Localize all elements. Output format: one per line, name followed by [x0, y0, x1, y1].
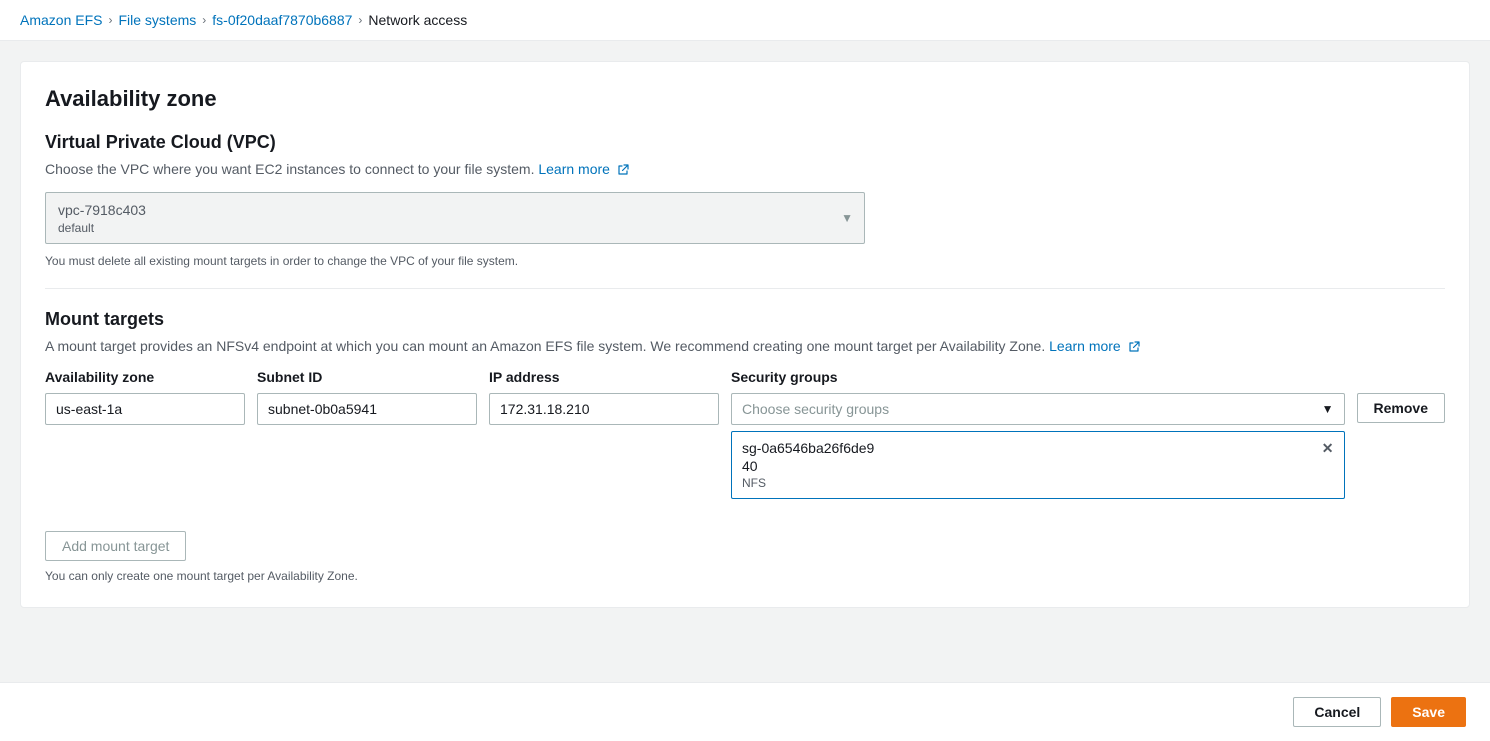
save-button[interactable]: Save [1391, 697, 1466, 727]
table-row: us-east-1a subnet-0b0a5941 172.31.18.210… [45, 393, 1445, 499]
vpc-select-wrapper: vpc-7918c403 default ▼ [45, 192, 865, 244]
sg-dropdown[interactable]: Choose security groups ▼ [731, 393, 1345, 425]
mount-targets-learn-more-link[interactable]: Learn more [1049, 338, 1139, 354]
vpc-name-text: default [58, 221, 824, 235]
sg-dropdown-placeholder: Choose security groups [742, 401, 1318, 417]
mount-targets-title: Mount targets [45, 309, 1445, 330]
vpc-section: Virtual Private Cloud (VPC) Choose the V… [45, 132, 1445, 268]
breadcrumb-current: Network access [368, 12, 467, 28]
mount-targets-section: Mount targets A mount target provides an… [45, 309, 1445, 583]
sg-tag-header: sg-0a6546ba26f6de9 ✕ [742, 440, 1334, 456]
add-mount-target-button[interactable]: Add mount target [45, 531, 186, 561]
sg-tag-num: 40 [742, 458, 1334, 474]
sg-dropdown-arrow-icon: ▼ [1322, 402, 1334, 416]
az-field: us-east-1a [45, 393, 245, 425]
vpc-id-text: vpc-7918c403 [58, 201, 824, 221]
section-title: Availability zone [45, 86, 1445, 112]
subnet-field: subnet-0b0a5941 [257, 393, 477, 425]
vpc-learn-more-link[interactable]: Learn more [538, 161, 628, 177]
main-panel: Availability zone Virtual Private Cloud … [20, 61, 1470, 608]
vpc-note: You must delete all existing mount targe… [45, 254, 1445, 268]
vpc-title: Virtual Private Cloud (VPC) [45, 132, 1445, 153]
breadcrumb: Amazon EFS › File systems › fs-0f20daaf7… [0, 0, 1490, 41]
col-header-az: Availability zone [45, 369, 245, 385]
mount-targets-description: A mount target provides an NFSv4 endpoin… [45, 336, 1445, 357]
section-divider [45, 288, 1445, 289]
main-content: Availability zone Virtual Private Cloud … [0, 41, 1490, 682]
table-headers: Availability zone Subnet ID IP address S… [45, 369, 1445, 393]
ip-field: 172.31.18.210 [489, 393, 719, 425]
vpc-select[interactable]: vpc-7918c403 default [45, 192, 865, 244]
footer: Cancel Save [0, 682, 1490, 741]
cancel-button[interactable]: Cancel [1293, 697, 1381, 727]
mount-targets-external-link-icon [1128, 341, 1140, 353]
col-header-sg: Security groups [731, 369, 1433, 385]
col-header-subnet: Subnet ID [257, 369, 477, 385]
sg-tag-container: sg-0a6546ba26f6de9 ✕ 40 NFS [731, 431, 1345, 499]
sg-tag-name: NFS [742, 476, 1334, 490]
breadcrumb-amazon-efs[interactable]: Amazon EFS [20, 12, 102, 28]
breadcrumb-sep-1: › [108, 13, 112, 27]
sg-tag-close-icon[interactable]: ✕ [1322, 441, 1334, 455]
remove-button[interactable]: Remove [1357, 393, 1445, 423]
zone-note: You can only create one mount target per… [45, 569, 1445, 583]
sg-tag-id: sg-0a6546ba26f6de9 [742, 440, 874, 456]
external-link-icon [617, 164, 629, 176]
breadcrumb-sep-2: › [202, 13, 206, 27]
vpc-description: Choose the VPC where you want EC2 instan… [45, 159, 1445, 180]
col-header-ip: IP address [489, 369, 719, 385]
add-mount-target-wrapper: Add mount target You can only create one… [45, 515, 1445, 583]
security-groups-cell: Choose security groups ▼ sg-0a6546ba26f6… [731, 393, 1345, 499]
breadcrumb-sep-3: › [358, 13, 362, 27]
breadcrumb-fs-id[interactable]: fs-0f20daaf7870b6887 [212, 12, 352, 28]
breadcrumb-file-systems[interactable]: File systems [118, 12, 196, 28]
vpc-dropdown-arrow-icon: ▼ [841, 211, 853, 225]
